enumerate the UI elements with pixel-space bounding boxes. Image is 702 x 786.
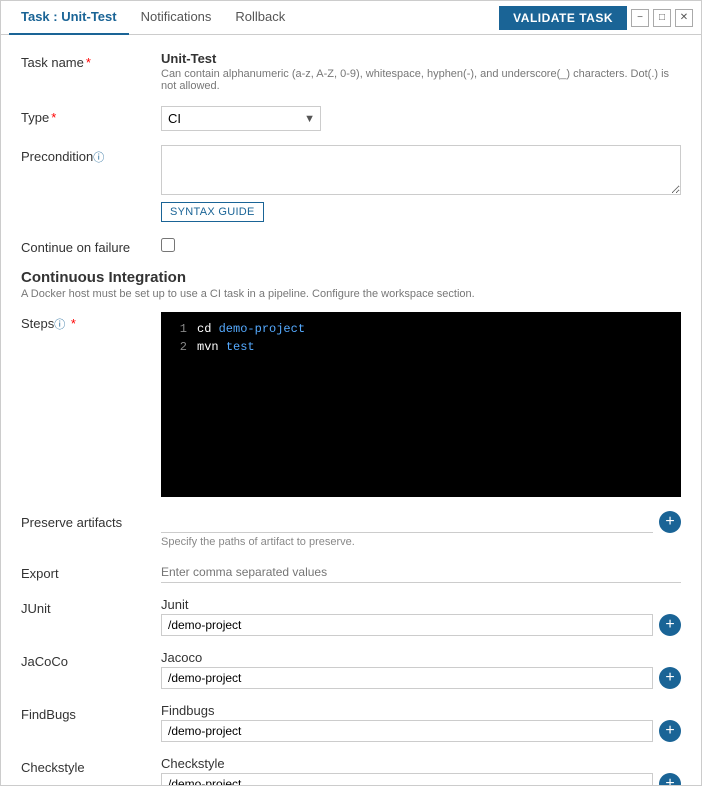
- export-label: Export: [21, 562, 161, 581]
- continue-on-failure-checkbox[interactable]: [161, 238, 175, 252]
- precondition-control: SYNTAX GUIDE: [161, 145, 681, 222]
- steps-row: Stepsⓘ * 1 cd demo-project 2 mvn test: [21, 312, 681, 497]
- tab-task[interactable]: Task : Unit-Test: [9, 1, 129, 35]
- findbugs-label: FindBugs: [21, 703, 161, 722]
- type-control: CI ▼: [161, 106, 681, 131]
- checkstyle-path-row: +: [161, 773, 681, 785]
- junit-control: Junit +: [161, 597, 681, 636]
- preserve-artifacts-input-row: +: [161, 511, 681, 533]
- junit-name: Junit: [161, 597, 681, 612]
- export-control: [161, 562, 681, 583]
- tab-notifications[interactable]: Notifications: [129, 1, 224, 35]
- findbugs-path-input[interactable]: [161, 720, 653, 742]
- jacoco-row: JaCoCo Jacoco +: [21, 650, 681, 689]
- junit-row: JUnit Junit +: [21, 597, 681, 636]
- type-row: Type* CI ▼: [21, 106, 681, 131]
- steps-label: Stepsⓘ *: [21, 312, 161, 332]
- validate-task-button[interactable]: VALIDATE TASK: [499, 6, 627, 30]
- precondition-textarea[interactable]: [161, 145, 681, 195]
- task-name-hint: Can contain alphanumeric (a-z, A-Z, 0-9)…: [161, 68, 681, 92]
- junit-path-row: +: [161, 614, 681, 636]
- checkstyle-control: Checkstyle +: [161, 756, 681, 785]
- findbugs-add-button[interactable]: +: [659, 720, 681, 742]
- preserve-artifacts-row: Preserve artifacts + Specify the paths o…: [21, 511, 681, 548]
- jacoco-control: Jacoco +: [161, 650, 681, 689]
- jacoco-path-row: +: [161, 667, 681, 689]
- findbugs-row: FindBugs Findbugs +: [21, 703, 681, 742]
- continue-on-failure-label: Continue on failure: [21, 236, 161, 255]
- tab-actions: VALIDATE TASK − □ ✕: [499, 6, 693, 30]
- checkstyle-name: Checkstyle: [161, 756, 681, 771]
- junit-path-input[interactable]: [161, 614, 653, 636]
- restore-button[interactable]: □: [653, 9, 671, 27]
- export-row: Export: [21, 562, 681, 583]
- tab-rollback[interactable]: Rollback: [223, 1, 297, 35]
- junit-label: JUnit: [21, 597, 161, 616]
- main-window: Task : Unit-Test Notifications Rollback …: [0, 0, 702, 786]
- findbugs-path-row: +: [161, 720, 681, 742]
- form-content: Task name* Unit-Test Can contain alphanu…: [1, 35, 701, 785]
- task-name-value: Unit-Test: [161, 51, 681, 66]
- jacoco-name: Jacoco: [161, 650, 681, 665]
- jacoco-add-button[interactable]: +: [659, 667, 681, 689]
- syntax-guide-button[interactable]: SYNTAX GUIDE: [161, 202, 264, 222]
- steps-code-editor[interactable]: 1 cd demo-project 2 mvn test: [161, 312, 681, 497]
- preserve-artifacts-add-button[interactable]: +: [659, 511, 681, 533]
- ci-section: Continuous Integration A Docker host mus…: [21, 269, 681, 300]
- code-line-2: 2 mvn test: [167, 338, 675, 356]
- findbugs-control: Findbugs +: [161, 703, 681, 742]
- steps-info-icon[interactable]: ⓘ: [54, 319, 65, 331]
- jacoco-path-input[interactable]: [161, 667, 653, 689]
- type-select-wrap: CI ▼: [161, 106, 321, 131]
- continue-on-failure-control: [161, 236, 681, 252]
- continue-on-failure-row: Continue on failure: [21, 236, 681, 255]
- precondition-label: Preconditionⓘ: [21, 145, 161, 165]
- type-label: Type*: [21, 106, 161, 125]
- task-name-control: Unit-Test Can contain alphanumeric (a-z,…: [161, 51, 681, 92]
- checkstyle-path-input[interactable]: [161, 773, 653, 785]
- close-button[interactable]: ✕: [675, 9, 693, 27]
- ci-section-desc: A Docker host must be set up to use a CI…: [21, 288, 681, 300]
- checkstyle-label: Checkstyle: [21, 756, 161, 775]
- precondition-info-icon[interactable]: ⓘ: [93, 152, 104, 164]
- task-name-label: Task name*: [21, 51, 161, 70]
- preserve-artifacts-input[interactable]: [161, 511, 653, 533]
- code-line-1: 1 cd demo-project: [167, 320, 675, 338]
- task-name-row: Task name* Unit-Test Can contain alphanu…: [21, 51, 681, 92]
- jacoco-label: JaCoCo: [21, 650, 161, 669]
- precondition-row: Preconditionⓘ SYNTAX GUIDE: [21, 145, 681, 222]
- checkstyle-add-button[interactable]: +: [659, 773, 681, 785]
- preserve-artifacts-control: + Specify the paths of artifact to prese…: [161, 511, 681, 548]
- tab-bar: Task : Unit-Test Notifications Rollback …: [1, 1, 701, 35]
- steps-control: 1 cd demo-project 2 mvn test: [161, 312, 681, 497]
- findbugs-name: Findbugs: [161, 703, 681, 718]
- type-select[interactable]: CI: [161, 106, 321, 131]
- ci-section-heading: Continuous Integration: [21, 269, 681, 286]
- checkstyle-row: Checkstyle Checkstyle +: [21, 756, 681, 785]
- minimize-button[interactable]: −: [631, 9, 649, 27]
- junit-add-button[interactable]: +: [659, 614, 681, 636]
- preserve-artifacts-hint: Specify the paths of artifact to preserv…: [161, 536, 681, 548]
- export-input[interactable]: [161, 562, 681, 583]
- continue-on-failure-checkbox-wrap: [161, 236, 681, 252]
- preserve-artifacts-label: Preserve artifacts: [21, 511, 161, 530]
